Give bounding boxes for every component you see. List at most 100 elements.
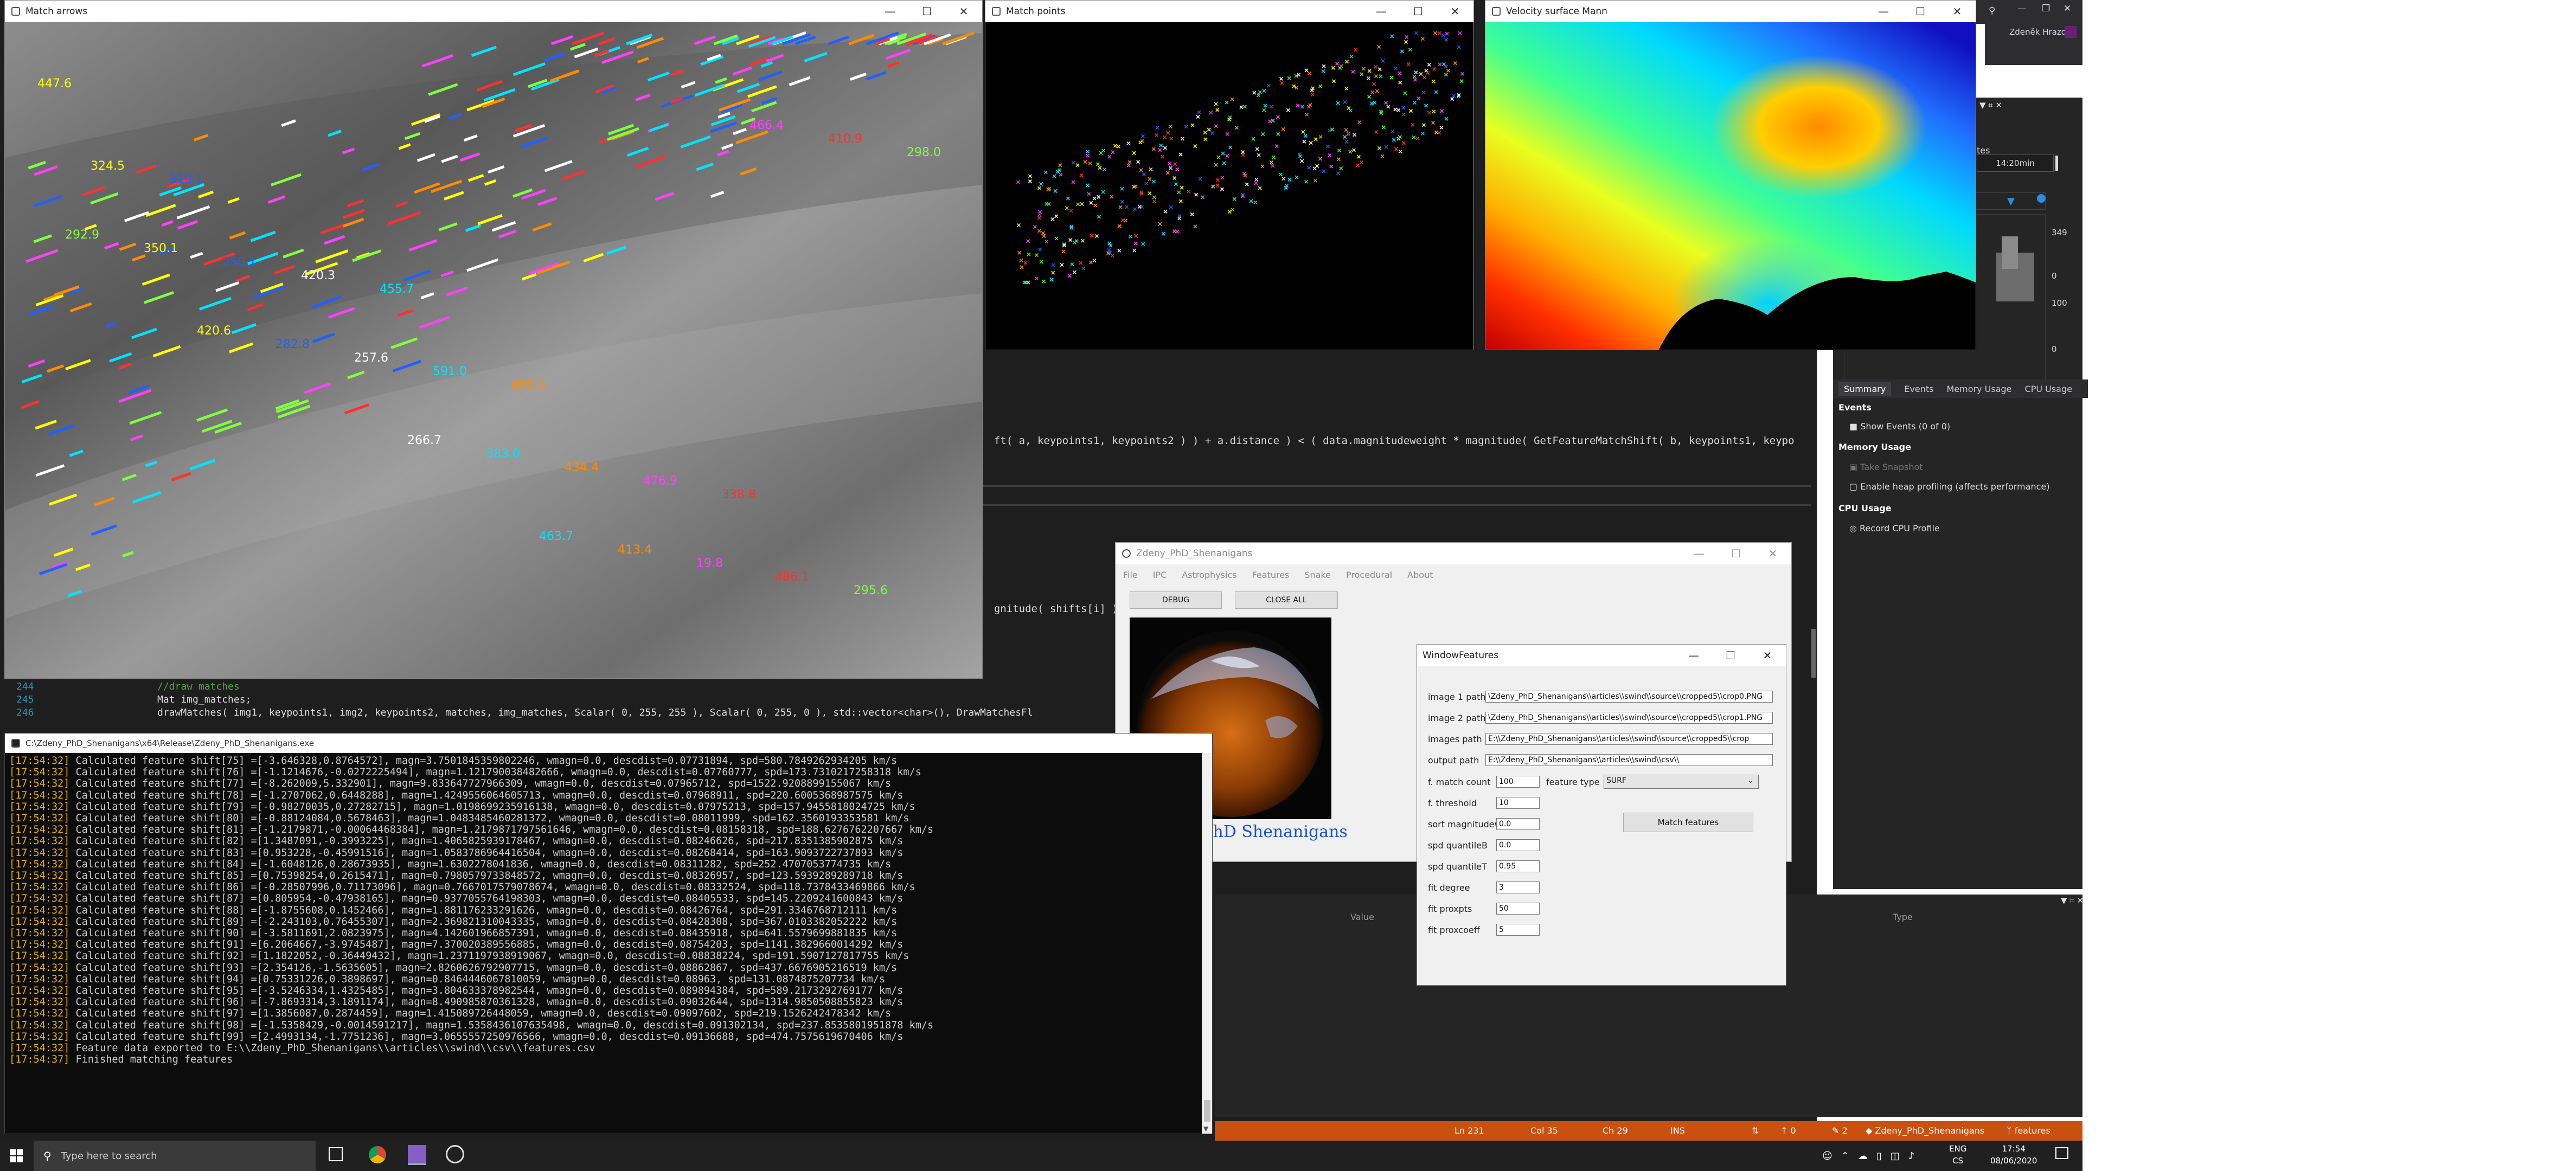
chevron-up-icon[interactable]: ⌃ [1841, 1150, 1849, 1162]
menu-about[interactable]: About [1407, 570, 1433, 580]
minimize-icon[interactable]: — [2017, 3, 2027, 14]
heap-profiling-label: Enable heap profiling (affects performan… [1860, 481, 2050, 492]
spd-quantilet-field[interactable]: 0.95 [1496, 860, 1540, 872]
cloud-icon[interactable]: ☁ [1858, 1150, 1868, 1162]
value-column-header[interactable]: Value [1350, 912, 1374, 922]
image2-path-field[interactable]: \Zdeny_PhD_Shenanigans\\articles\\swind\… [1485, 712, 1773, 724]
maximize-icon[interactable]: ☐ [908, 1, 945, 22]
image1-path-field[interactable]: \Zdeny_PhD_Shenanigans\\articles\\swind\… [1485, 691, 1773, 703]
close-icon[interactable]: ✕ [1437, 1, 1473, 22]
tab-events[interactable]: Events [1904, 384, 1933, 394]
close-icon[interactable]: ✕ [1749, 645, 1786, 666]
window-title-bar[interactable]: C:\Zdeny_PhD_Shenanigans\x64\Release\Zde… [5, 734, 1212, 753]
window-title-bar[interactable]: WindowFeatures — ☐ ✕ [1417, 645, 1786, 666]
repo-name[interactable]: ◆ Zdeny_PhD_Shenanigans [1866, 1121, 1984, 1140]
menu-features[interactable]: Features [1252, 570, 1290, 580]
events-heading: Events [1838, 402, 1872, 413]
app-icon [1122, 549, 1131, 558]
task-view-icon[interactable] [329, 1147, 343, 1161]
language-secondary: CS [1952, 1156, 1964, 1166]
pin-icon[interactable]: ▼ ⌗ ✕ [1979, 100, 2002, 110]
menu-file[interactable]: File [1123, 570, 1138, 580]
sort-magnitudew-field[interactable]: 0.0 [1496, 818, 1540, 830]
app-taskbar-icon[interactable] [446, 1145, 464, 1163]
menu-procedural[interactable]: Procedural [1346, 570, 1392, 580]
network-icon[interactable]: ◫ [1891, 1150, 1900, 1162]
close-icon[interactable]: ✕ [1939, 1, 1976, 22]
maximize-icon[interactable]: ☐ [1902, 1, 1939, 22]
scroll-down-icon[interactable]: ▼ [1203, 1125, 1208, 1133]
up-arrow-icon[interactable]: ↑ 0 [1780, 1121, 1796, 1140]
minimize-icon[interactable]: — [1681, 543, 1718, 564]
start-button[interactable] [0, 1141, 33, 1171]
window-title-bar[interactable]: Velocity surface Mann — ☐ ✕ [1485, 1, 1976, 22]
console-line: [17:54:32] Calculated feature shift[98] … [9, 1020, 1201, 1031]
maximize-icon[interactable]: ☐ [1400, 1, 1437, 22]
maximize-icon[interactable]: ☐ [1718, 543, 1754, 564]
spd-quantileb-field[interactable]: 0.0 [1496, 839, 1540, 851]
window-title-bar[interactable]: Match points — ☐ ✕ [985, 1, 1473, 22]
console-message: Calculated feature shift[80] =[-0.881240… [75, 813, 909, 825]
menu-snake[interactable]: Snake [1304, 570, 1331, 580]
pencil-icon[interactable]: ✎ 2 [1832, 1121, 1848, 1140]
visual-studio-icon[interactable] [408, 1145, 426, 1165]
console-message: Calculated feature shift[97] =[1.3856087… [75, 1008, 892, 1020]
close-icon[interactable]: ✕ [1754, 543, 1791, 564]
console-scrollbar[interactable]: ▼ [1202, 753, 1212, 1134]
close-icon[interactable]: ✕ [2064, 3, 2071, 14]
minimize-icon[interactable]: — [1675, 645, 1712, 666]
panel-pin-icon[interactable]: ▼ ⌗ ✕ [2061, 896, 2084, 905]
branch-icon: ᛉ [2007, 1125, 2015, 1136]
status-ch[interactable]: Ch 29 [1603, 1121, 1628, 1140]
volume-icon[interactable]: ♪ [1908, 1150, 1915, 1162]
tab-cpu-usage[interactable]: CPU Usage [2025, 384, 2072, 394]
fit-proxpts-field[interactable]: 50 [1496, 903, 1540, 915]
chrome-icon[interactable] [369, 1146, 386, 1163]
heap-profiling-checkbox[interactable]: ▢ Enable heap profiling (affects perform… [1849, 481, 2049, 492]
minimize-icon[interactable]: — [1363, 1, 1400, 22]
window-title-bar[interactable]: Match arrows — ☐ ✕ [5, 1, 982, 22]
type-column-header[interactable]: Type [1893, 912, 1913, 922]
window-title: Match points [1006, 6, 1066, 17]
close-all-button[interactable]: CLOSE ALL [1235, 591, 1338, 609]
status-col[interactable]: Col 35 [1530, 1121, 1558, 1140]
debug-button[interactable]: DEBUG [1130, 591, 1222, 609]
status-ins[interactable]: INS [1670, 1121, 1685, 1140]
scroll-thumb[interactable] [1204, 1100, 1210, 1122]
tab-memory-usage[interactable]: Memory Usage [1947, 384, 2012, 394]
show-events-link[interactable]: ■ Show Events (0 of 0) [1849, 421, 1950, 432]
images-path-field[interactable]: E:\\Zdeny_PhD_Shenanigans\\articles\\swi… [1485, 733, 1773, 745]
window-title-bar[interactable]: Zdeny_PhD_Shenanigans — ☐ ✕ [1116, 543, 1791, 564]
minimize-icon[interactable]: — [872, 1, 908, 22]
search-icon[interactable]: ⚲ [1989, 5, 1995, 16]
record-cpu-button[interactable]: ◎ Record CPU Profile [1849, 523, 1940, 533]
status-line[interactable]: Ln 231 [1454, 1121, 1484, 1140]
timeline-handle[interactable] [2037, 194, 2046, 203]
close-icon[interactable]: ✕ [945, 1, 982, 22]
clock[interactable]: 17:54 08/06/2020 [1990, 1143, 2037, 1167]
console-message: Finished matching features [75, 1054, 233, 1066]
output-path-field[interactable]: E:\\Zdeny_PhD_Shenanigans\\articles\\swi… [1485, 754, 1773, 766]
take-snapshot-button[interactable]: ▣ Take Snapshot [1849, 462, 1923, 472]
console-line: [17:54:32] Calculated feature shift[97] … [9, 1008, 1201, 1019]
branch-name[interactable]: ᛉ features [2007, 1121, 2050, 1140]
feature-type-select[interactable]: SURF ⌄ [1604, 775, 1759, 789]
threshold-field[interactable]: 10 [1496, 797, 1540, 809]
menu-ipc[interactable]: IPC [1153, 570, 1167, 580]
minimize-icon[interactable]: — [1865, 1, 1902, 22]
fit-degree-field[interactable]: 3 [1496, 882, 1540, 893]
fit-proxcoeff-field[interactable]: 5 [1496, 924, 1540, 936]
timeline-marker-icon[interactable]: ▼ [2007, 196, 2015, 207]
tab-summary[interactable]: Summary [1838, 381, 1892, 396]
match-features-button[interactable]: Match features [1623, 813, 1753, 832]
people-icon[interactable]: ☺ [1822, 1150, 1832, 1162]
notifications-icon[interactable] [2055, 1147, 2068, 1159]
language-indicator[interactable]: ENG CS [1949, 1143, 1966, 1167]
menu-astrophysics[interactable]: Astrophysics [1182, 570, 1236, 580]
taskbar-search[interactable]: ⚲ Type here to search [34, 1141, 316, 1171]
battery-icon[interactable]: ▯ [1876, 1150, 1882, 1162]
maximize-icon[interactable]: ☐ [1712, 645, 1749, 666]
restore-icon[interactable]: ❐ [2042, 3, 2050, 14]
match-count-field[interactable]: 100 [1496, 776, 1540, 788]
vs-scrollbar[interactable] [1811, 629, 1816, 678]
